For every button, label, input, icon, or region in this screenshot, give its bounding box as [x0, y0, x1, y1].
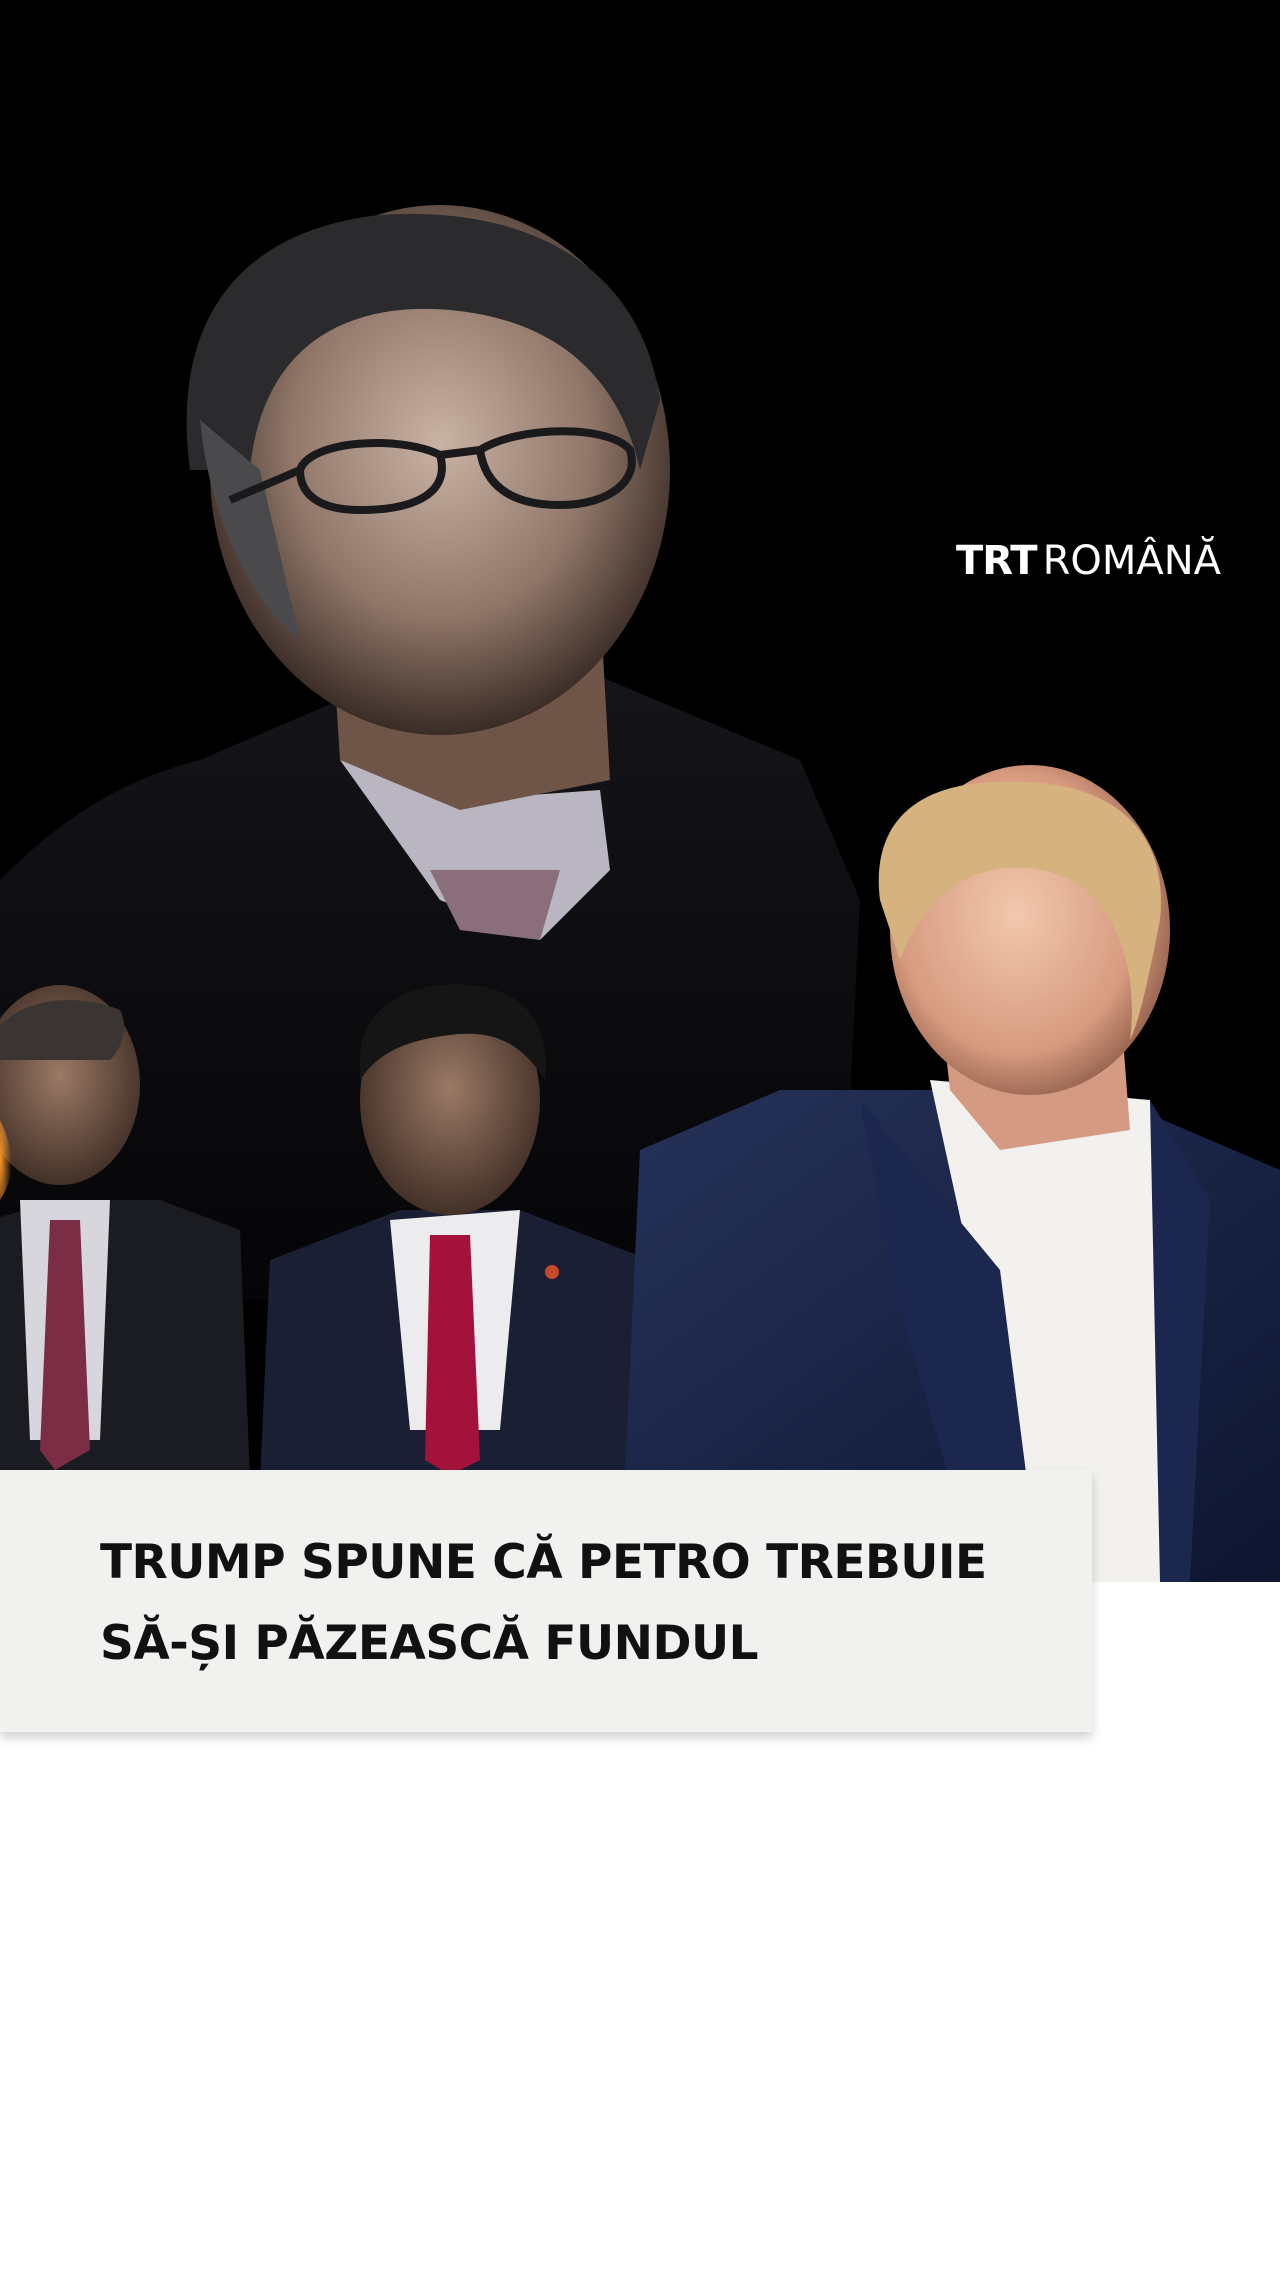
- trt-romana-logo: TRT ROMÂNĂ: [956, 538, 1221, 584]
- headline[interactable]: TRUMP SPUNE CĂ PETRO TREBUIE SĂ-ȘI PĂZEA…: [100, 1522, 1060, 1684]
- headline-line-2: SĂ-ȘI PĂZEASCĂ FUNDUL: [100, 1616, 759, 1671]
- hero-photo-collage: TRT ROMÂNĂ: [0, 0, 1280, 1582]
- headline-line-1: TRUMP SPUNE CĂ PETRO TREBUIE: [100, 1535, 987, 1590]
- logo-edition: ROMÂNĂ: [1042, 538, 1222, 584]
- flag-pin-icon: [545, 1265, 559, 1279]
- collage-illustration: [0, 205, 1280, 1582]
- logo-brand: TRT: [956, 538, 1038, 584]
- headline-card: TRUMP SPUNE CĂ PETRO TREBUIE SĂ-ȘI PĂZEA…: [0, 1470, 1092, 1732]
- page: TRT ROMÂNĂ TRUMP SPUNE CĂ PETRO TREBUIE S…: [0, 0, 1280, 2276]
